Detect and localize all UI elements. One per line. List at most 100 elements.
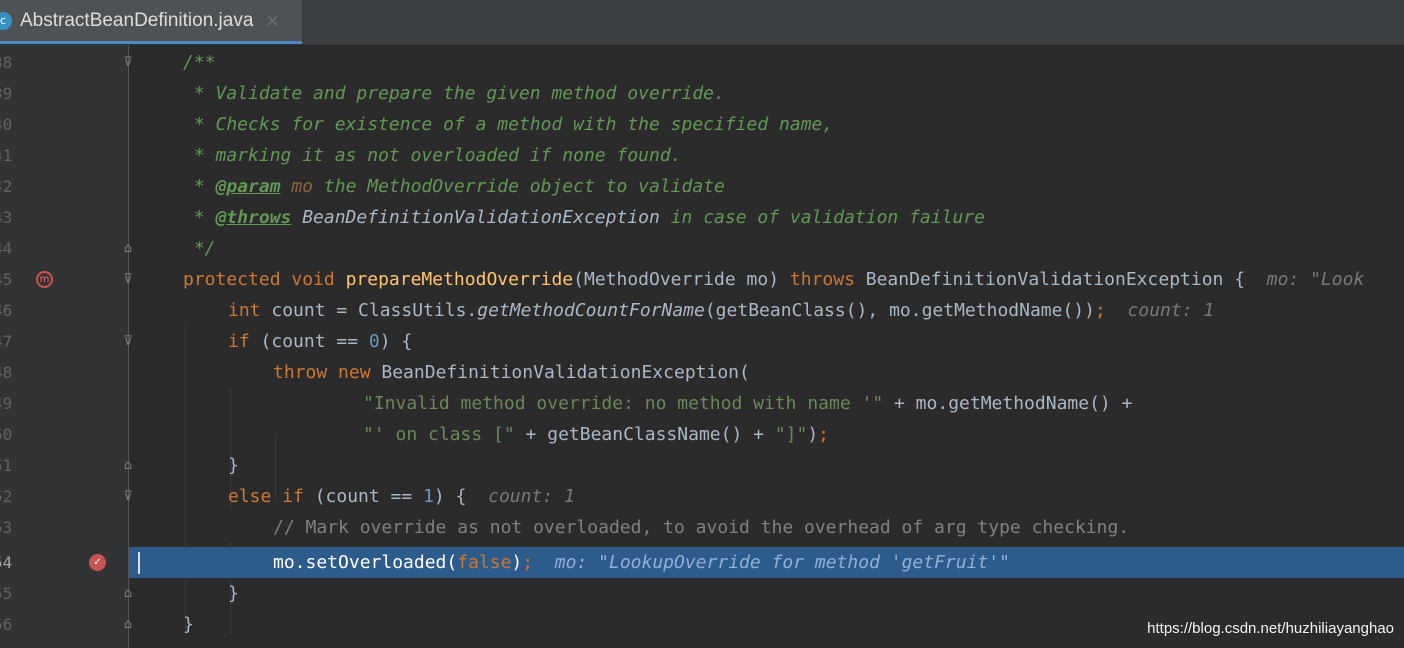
code-line-current: 54 ✓ mo.setOverloaded(false); mo: "Looku…	[0, 547, 1404, 578]
text-caret	[138, 551, 140, 574]
doc-exception-name: BeanDefinitionValidationException	[291, 207, 660, 228]
line-number: 55	[0, 584, 13, 603]
doc-tag: @param	[215, 176, 281, 197]
line-number: 49	[0, 394, 13, 413]
editor-tab-bar: c AbstractBeanDefinition.java ×	[0, 0, 1404, 45]
code-line: 53 // Mark override as not overloaded, t…	[0, 512, 1404, 543]
code-line: 48 throw new BeanDefinitionValidationExc…	[0, 357, 1404, 388]
keyword: throws	[789, 269, 855, 290]
line-number: 51	[0, 456, 13, 475]
doc-param-name: mo	[280, 176, 314, 197]
closing-brace: }	[228, 455, 239, 476]
keyword: else if	[228, 486, 304, 507]
code-text: "' on class [" + getBeanClassName() + "]…	[363, 424, 829, 445]
doc-comment: * Checks for existence of a method with …	[183, 114, 834, 135]
code-text: int count = ClassUtils.getMethodCountFor…	[228, 300, 1214, 321]
code-line: 55 ⌂ }	[0, 578, 1404, 609]
fold-end-icon[interactable]: ⌂	[121, 458, 135, 473]
line-number: 56	[0, 615, 13, 634]
line-number: 43	[0, 208, 13, 227]
exception-type: BeanDefinitionValidationException {	[854, 269, 1246, 290]
code-text: else if (count == 1) { count: 1	[228, 486, 575, 507]
keyword: protected void	[183, 269, 346, 290]
parameters: (MethodOverride mo)	[573, 269, 790, 290]
code-text: if (count == 0) {	[228, 331, 412, 352]
doc-comment: *	[183, 176, 216, 197]
breakpoint-icon[interactable]: ✓	[89, 554, 106, 571]
fold-open-icon[interactable]: ⊽	[121, 55, 135, 70]
line-number: 54	[0, 553, 13, 572]
statement: (getBeanClass(), mo.getMethodName())	[704, 300, 1095, 321]
statement: + mo.getMethodName() +	[883, 393, 1133, 414]
fold-end-icon[interactable]: ⌂	[121, 617, 135, 632]
line-number: 38	[0, 53, 13, 72]
keyword: if	[228, 331, 250, 352]
keyword: false	[457, 552, 512, 573]
code-text: throw new BeanDefinitionValidationExcept…	[273, 362, 750, 383]
statement: ) {	[379, 331, 413, 352]
code-line: 42 * @param mo the MethodOverride object…	[0, 171, 1404, 202]
code-text: mo.setOverloaded(false); mo: "LookupOver…	[273, 552, 1010, 573]
code-line: 46 int count = ClassUtils.getMethodCount…	[0, 295, 1404, 326]
code-line: 41 * marking it as not overloaded if non…	[0, 140, 1404, 171]
statement: (count ==	[249, 331, 369, 352]
closing-brace: }	[228, 583, 239, 604]
code-line: 51 ⌂ }	[0, 450, 1404, 481]
fold-end-icon[interactable]: ⌂	[121, 586, 135, 601]
line-number: 46	[0, 301, 13, 320]
code-line: 39 * Validate and prepare the given meth…	[0, 78, 1404, 109]
statement: mo.setOverloaded(	[273, 552, 458, 573]
fold-open-icon[interactable]: ⊽	[121, 334, 135, 349]
close-icon[interactable]: ×	[265, 11, 279, 31]
line-number: 53	[0, 518, 13, 537]
code-text: */	[183, 238, 216, 259]
statement: (count ==	[303, 486, 424, 507]
inline-debug-value: count: 1	[1127, 300, 1215, 321]
code-text: * marking it as not overloaded if none f…	[183, 145, 682, 166]
code-text: /**	[183, 52, 216, 73]
code-text: * @throws BeanDefinitionValidationExcept…	[183, 207, 985, 228]
doc-comment: */	[183, 238, 216, 259]
string-literal: "' on class ["	[363, 424, 515, 445]
code-text: protected void prepareMethodOverride(Met…	[183, 269, 1364, 290]
code-line: 40 * Checks for existence of a method wi…	[0, 109, 1404, 140]
line-number: 47	[0, 332, 13, 351]
inline-debug-value: mo: "LookupOverride for method 'getFruit…	[554, 552, 1010, 573]
fold-open-icon[interactable]: ⊽	[121, 489, 135, 504]
code-text: "Invalid method override: no method with…	[363, 393, 1132, 414]
code-line: 45 m ⊽ protected void prepareMethodOverr…	[0, 264, 1404, 295]
line-number: 39	[0, 84, 13, 103]
closing-brace: }	[183, 614, 194, 635]
line-comment: // Mark override as not overloaded, to a…	[273, 517, 1130, 538]
tab-title: AbstractBeanDefinition.java	[20, 9, 254, 31]
doc-comment: *	[183, 207, 216, 228]
statement: BeanDefinitionValidationException(	[370, 362, 750, 383]
semicolon: ;	[522, 552, 534, 573]
line-number: 48	[0, 363, 13, 382]
line-number: 50	[0, 425, 13, 444]
doc-comment: in case of validation failure	[659, 207, 985, 228]
line-number: 44	[0, 239, 13, 258]
code-line: 38 ⊽ /**	[0, 47, 1404, 78]
line-number: 52	[0, 487, 13, 506]
method-breakpoint-icon[interactable]: m	[36, 271, 53, 288]
keyword: int	[228, 300, 261, 321]
code-editor[interactable]: 38 ⊽ /** 39 * Validate and prepare the g…	[0, 45, 1404, 648]
code-line: 52 ⊽ else if (count == 1) { count: 1	[0, 481, 1404, 512]
code-line: 50 "' on class [" + getBeanClassName() +…	[0, 419, 1404, 450]
tab-abstract-bean-definition[interactable]: c AbstractBeanDefinition.java ×	[0, 0, 302, 44]
doc-comment: the MethodOverride object to validate	[313, 176, 725, 197]
inline-debug-value: count: 1	[488, 486, 575, 507]
fold-open-icon[interactable]: ⊽	[121, 272, 135, 287]
code-text: }	[228, 583, 239, 604]
doc-comment: /**	[183, 52, 216, 73]
method-name: prepareMethodOverride	[345, 269, 574, 290]
code-text: * Validate and prepare the given method …	[183, 83, 725, 104]
code-line: 49 "Invalid method override: no method w…	[0, 388, 1404, 419]
statement: )	[511, 552, 523, 573]
semicolon: ;	[1094, 300, 1106, 321]
watermark-url: https://blog.csdn.net/huzhiliayanghao	[1147, 620, 1394, 637]
code-line: 47 ⊽ if (count == 0) {	[0, 326, 1404, 357]
string-literal: "Invalid method override: no method with…	[363, 393, 884, 414]
fold-end-icon[interactable]: ⌂	[121, 241, 135, 256]
